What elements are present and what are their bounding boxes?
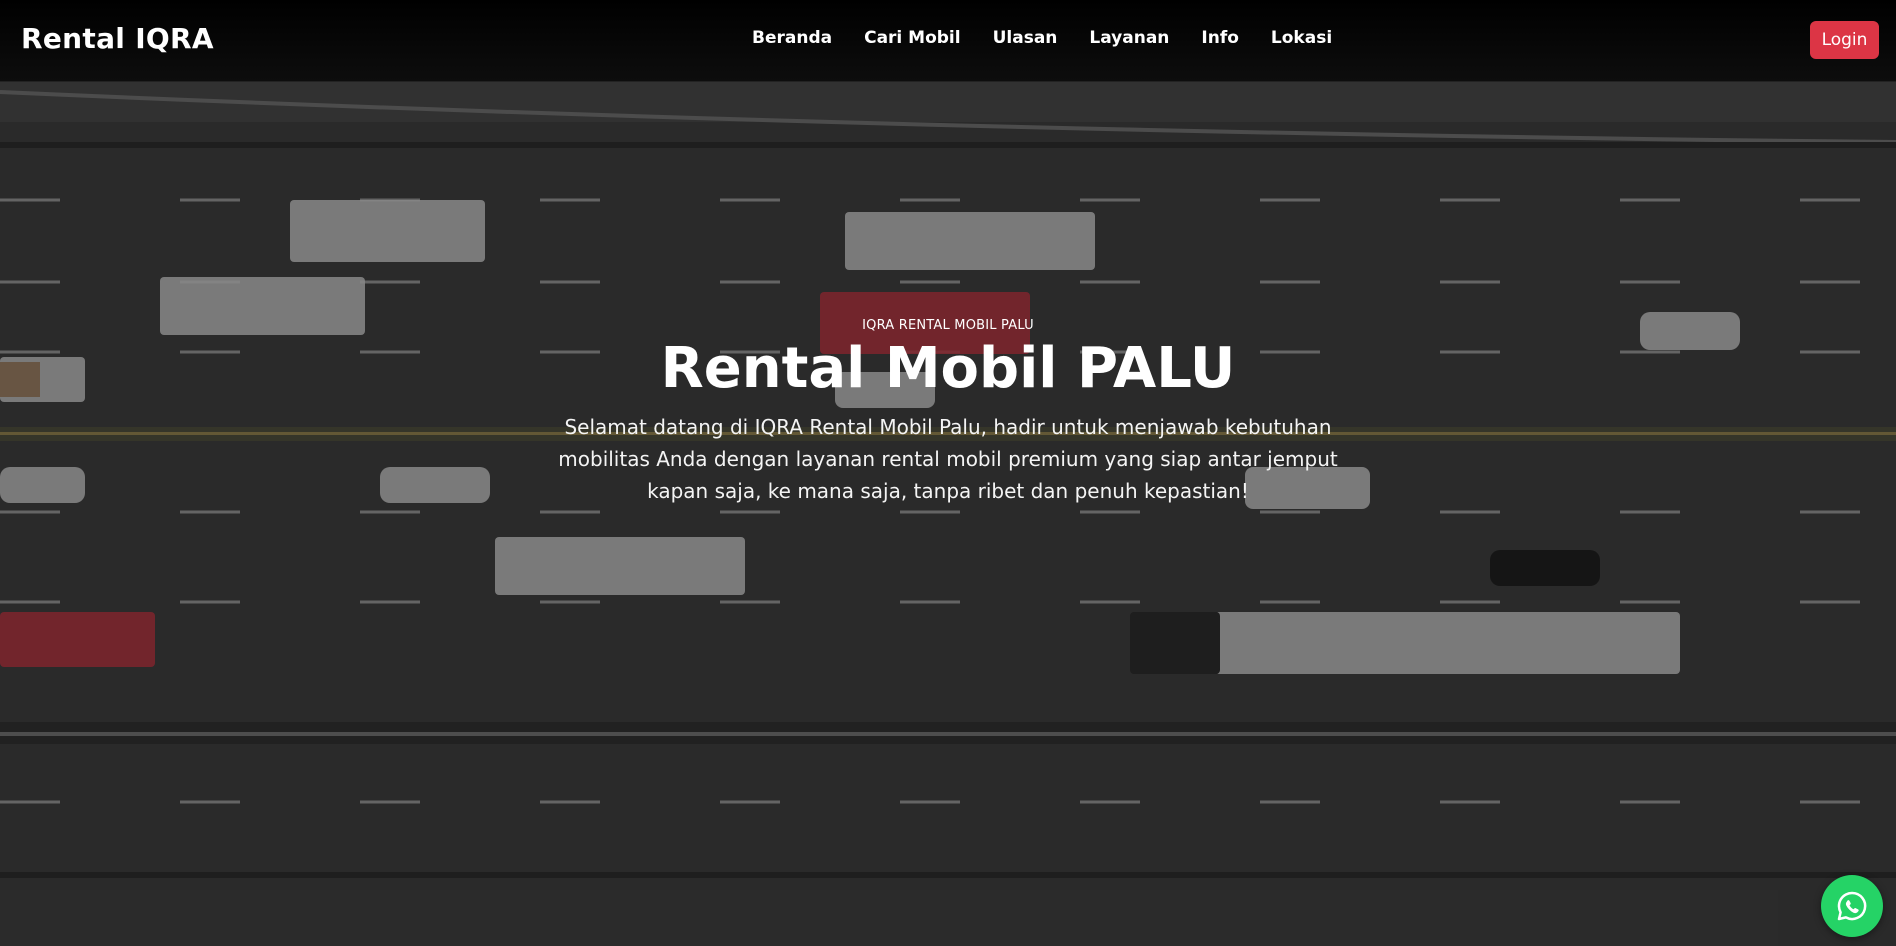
hero-section [0,82,1896,946]
hero-eyebrow: IQRA RENTAL MOBIL PALU [862,318,1034,333]
hero-overlay [0,82,1896,946]
nav-link-lokasi[interactable]: Lokasi [1271,28,1332,48]
brand-logo[interactable]: Rental IQRA [21,22,214,55]
nav-link-beranda[interactable]: Beranda [752,28,832,48]
nav-links: Beranda Cari Mobil Ulasan Layanan Info L… [752,28,1364,48]
nav-link-layanan[interactable]: Layanan [1089,28,1169,48]
whatsapp-button[interactable] [1821,875,1883,937]
login-button[interactable]: Login [1810,21,1879,59]
whatsapp-icon [1837,891,1867,921]
hero-description: Selamat datang di IQRA Rental Mobil Palu… [558,415,1338,504]
nav-link-info[interactable]: Info [1201,28,1239,48]
navbar: Rental IQRA Beranda Cari Mobil Ulasan La… [0,0,1896,82]
nav-link-ulasan[interactable]: Ulasan [993,28,1058,48]
nav-link-cari-mobil[interactable]: Cari Mobil [864,28,961,48]
hero-title: Rental Mobil PALU [660,336,1236,401]
hero-content: IQRA RENTAL MOBIL PALU Rental Mobil PALU… [0,318,1896,507]
